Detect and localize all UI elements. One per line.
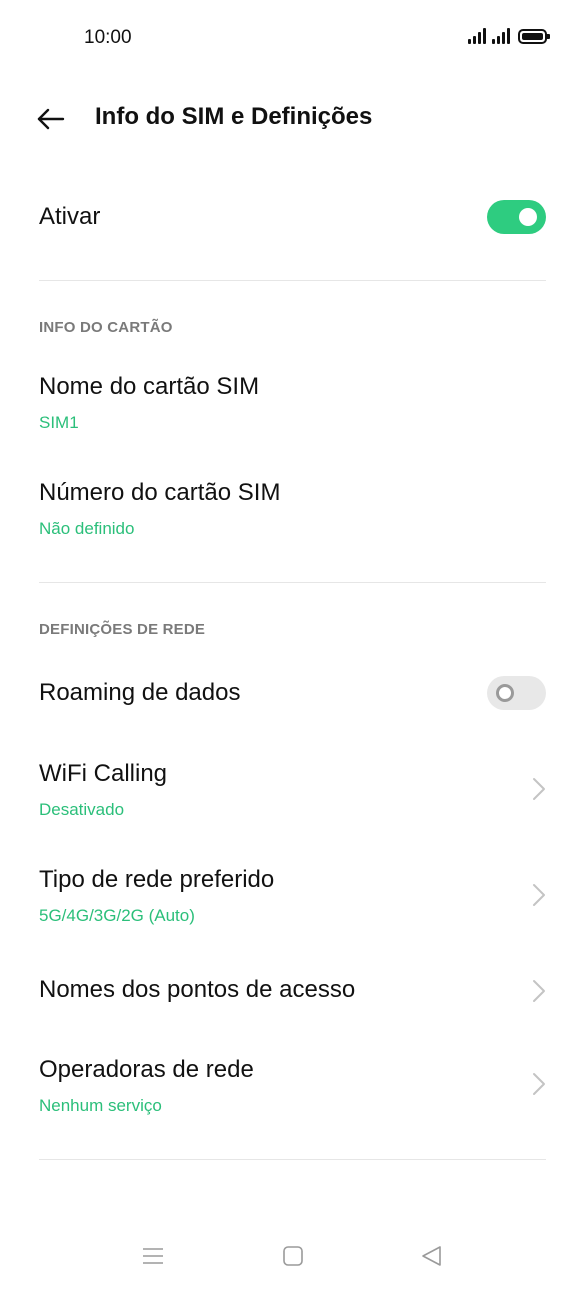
- status-icons: [468, 28, 550, 44]
- preferred-network-label: Tipo de rede preferido: [39, 866, 275, 893]
- sim-number-label: Número do cartão SIM: [39, 479, 281, 506]
- chevron-right-icon: [533, 1073, 545, 1095]
- sim-name-row[interactable]: Nome do cartão SIM SIM1: [0, 362, 585, 450]
- data-roaming-toggle[interactable]: [487, 676, 546, 710]
- preferred-network-value: 5G/4G/3G/2G (Auto): [39, 906, 195, 925]
- signal-sim1-icon: [468, 28, 486, 44]
- status-bar: 10:00: [0, 0, 585, 76]
- back-triangle-icon: [422, 1246, 441, 1266]
- network-operators-value: Nenhum serviço: [39, 1096, 162, 1115]
- chevron-right-icon: [533, 980, 545, 1002]
- access-points-row[interactable]: Nomes dos pontos de acesso: [0, 960, 585, 1024]
- status-time: 10:00: [84, 27, 132, 48]
- section-header-network-settings: DEFINIÇÕES DE REDE: [39, 621, 206, 638]
- network-operators-label: Operadoras de rede: [39, 1056, 254, 1083]
- sim-name-label: Nome do cartão SIM: [39, 373, 260, 400]
- data-roaming-row[interactable]: Roaming de dados: [0, 662, 585, 726]
- activate-label: Ativar: [39, 203, 101, 230]
- section-header-card-info: INFO DO CARTÃO: [39, 319, 173, 336]
- back-button[interactable]: [34, 102, 68, 136]
- activate-row[interactable]: Ativar: [0, 186, 585, 250]
- chevron-right-icon: [533, 884, 545, 906]
- access-points-label: Nomes dos pontos de acesso: [39, 976, 356, 1003]
- sim-number-row[interactable]: Número do cartão SIM Não definido: [0, 468, 585, 556]
- home-button[interactable]: [279, 1242, 307, 1270]
- data-roaming-label: Roaming de dados: [39, 679, 241, 706]
- wifi-calling-row[interactable]: WiFi Calling Desativado: [0, 750, 585, 838]
- preferred-network-row[interactable]: Tipo de rede preferido 5G/4G/3G/2G (Auto…: [0, 856, 585, 944]
- navigation-bar: [0, 1230, 585, 1300]
- home-square-icon: [283, 1246, 303, 1266]
- divider: [39, 280, 546, 281]
- toggle-knob: [496, 684, 514, 702]
- arrow-left-icon: [37, 108, 65, 130]
- sim-name-value: SIM1: [39, 413, 79, 432]
- network-operators-row[interactable]: Operadoras de rede Nenhum serviço: [0, 1046, 585, 1134]
- chevron-right-icon: [533, 778, 545, 800]
- wifi-calling-value: Desativado: [39, 800, 125, 819]
- sim-number-value: Não definido: [39, 519, 135, 538]
- wifi-calling-label: WiFi Calling: [39, 760, 168, 787]
- divider: [39, 582, 546, 583]
- page-title: Info do SIM e Definições: [95, 103, 373, 130]
- signal-sim2-icon: [492, 28, 510, 44]
- toggle-knob: [519, 208, 537, 226]
- activate-toggle[interactable]: [487, 200, 546, 234]
- app-bar: Info do SIM e Definições: [0, 92, 585, 144]
- divider: [39, 1159, 546, 1160]
- menu-icon: [143, 1248, 163, 1264]
- system-back-button[interactable]: [418, 1242, 446, 1270]
- menu-button[interactable]: [139, 1242, 167, 1270]
- battery-icon: [518, 29, 550, 44]
